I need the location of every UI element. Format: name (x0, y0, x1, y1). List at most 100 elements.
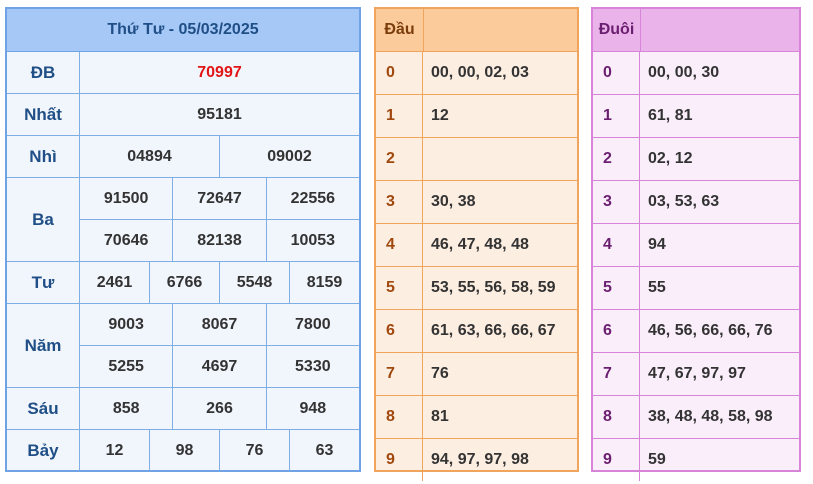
dau-numbers: 12 (431, 107, 449, 124)
prize-number: 12 (105, 441, 124, 459)
dau-row: 8 81 (376, 396, 577, 439)
duoi-row: 4 94 (593, 224, 799, 267)
dau-digit: 0 (376, 52, 423, 94)
prize-values: 04894 09002 (80, 136, 359, 177)
prize-number: 5255 (108, 357, 144, 375)
prize-number: 76 (219, 430, 289, 471)
duoi-numbers: 47, 67, 97, 97 (648, 365, 746, 382)
dau-digit: 5 (376, 267, 423, 309)
duoi-numbers: 55 (648, 279, 666, 296)
prize-value-row: 2461 6766 5548 8159 (80, 262, 359, 303)
prize-value-row: 70646 82138 10053 (80, 219, 359, 261)
prize-label: Năm (7, 304, 80, 387)
prize-number: 8159 (289, 262, 359, 303)
prize-values: 91500 72647 22556 70646 82138 10053 (80, 178, 359, 261)
duoi-digit: 9 (593, 439, 640, 481)
prize-label: Nhất (7, 94, 80, 135)
duoi-row: 0 00, 00, 30 (593, 52, 799, 95)
prize-number: 858 (112, 399, 140, 417)
dau-digit: 2 (376, 138, 423, 180)
prize-value-row: 70997 (80, 52, 359, 93)
duoi-row: 7 47, 67, 97, 97 (593, 353, 799, 396)
prize-number: 72647 (172, 178, 265, 219)
dau-numbers: 76 (431, 365, 449, 382)
prize-label: ĐB (7, 52, 80, 93)
duoi-digit: 0 (593, 52, 640, 94)
prize-number: 22556 (265, 178, 359, 219)
prize-row: ĐB 70997 (7, 52, 359, 94)
prize-row: Năm 9003 8067 7800 5255 4697 5330 (7, 304, 359, 388)
duoi-rows: 0 00, 00, 30 1 61, 81 2 02, 12 3 03, 53, 63 4 94 5… (593, 52, 799, 481)
prize-number: 98 (149, 430, 219, 471)
dau-numbers: 53, 55, 56, 58, 59 (431, 279, 556, 296)
dau-digit: 6 (376, 310, 423, 352)
duoi-numbers: 59 (648, 451, 666, 468)
duoi-digit: 2 (593, 138, 640, 180)
dau-digit: 7 (376, 353, 423, 395)
prize-number: 9003 (108, 315, 144, 333)
duoi-numbers: 46, 56, 66, 66, 76 (648, 322, 773, 339)
duoi-row: 5 55 (593, 267, 799, 310)
duoi-numbers: 94 (648, 236, 666, 253)
prize-value-row: 5255 4697 5330 (80, 345, 359, 387)
duoi-row: 6 46, 56, 66, 66, 76 (593, 310, 799, 353)
prize-row: Sáu 858 266 948 (7, 388, 359, 430)
duoi-numbers: 03, 53, 63 (648, 193, 720, 210)
prize-number: 7800 (265, 304, 359, 345)
prize-number: 09002 (219, 136, 359, 177)
dau-numbers: 30, 38 (431, 193, 476, 210)
dau-row: 2 (376, 138, 577, 181)
prize-label: Nhì (7, 136, 80, 177)
duoi-numbers: 38, 48, 48, 58, 98 (648, 408, 773, 425)
dau-row: 0 00, 00, 02, 03 (376, 52, 577, 95)
duoi-row: 1 61, 81 (593, 95, 799, 138)
dau-numbers: 00, 00, 02, 03 (431, 64, 529, 81)
prize-value-row: 91500 72647 22556 (80, 178, 359, 219)
prize-number: 4697 (172, 346, 265, 387)
dau-row: 6 61, 63, 66, 66, 67 (376, 310, 577, 353)
duoi-digit: 5 (593, 267, 640, 309)
prize-row: Ba 91500 72647 22556 70646 82138 10053 (7, 178, 359, 262)
duoi-row: 2 02, 12 (593, 138, 799, 181)
prize-row: Bảy 12 98 76 63 (7, 430, 359, 471)
results-title: Thứ Tư - 05/03/2025 (7, 9, 359, 52)
duoi-digit: 7 (593, 353, 640, 395)
duoi-header: Đuôi (593, 9, 799, 52)
dau-row: 9 94, 97, 97, 98 (376, 439, 577, 481)
prize-label: Tư (7, 262, 80, 303)
duoi-row: 3 03, 53, 63 (593, 181, 799, 224)
prize-value-row: 04894 09002 (80, 136, 359, 177)
prize-number: 70646 (103, 231, 149, 249)
dau-row: 3 30, 38 (376, 181, 577, 224)
prize-values: 858 266 948 (80, 388, 359, 429)
prize-values: 70997 (80, 52, 359, 93)
dau-row: 5 53, 55, 56, 58, 59 (376, 267, 577, 310)
prize-row: Nhì 04894 09002 (7, 136, 359, 178)
prize-number: 82138 (172, 220, 265, 261)
prize-label: Ba (7, 178, 80, 261)
prize-label: Sáu (7, 388, 80, 429)
prize-row: Tư 2461 6766 5548 8159 (7, 262, 359, 304)
dau-numbers: 61, 63, 66, 66, 67 (431, 322, 556, 339)
dau-header: Đầu (376, 9, 577, 52)
duoi-numbers: 02, 12 (648, 150, 693, 167)
prize-number: 8067 (172, 304, 265, 345)
prize-value-row: 9003 8067 7800 (80, 304, 359, 345)
dau-title: Đầu (376, 9, 424, 51)
duoi-digit: 3 (593, 181, 640, 223)
prize-list: ĐB 70997 Nhất 95181 Nhì 04894 09002 Ba 91500 7264… (7, 52, 359, 471)
prize-value-row: 858 266 948 (80, 388, 359, 429)
prize-number: 63 (289, 430, 359, 471)
prize-number: 5330 (265, 346, 359, 387)
prize-number: 266 (172, 388, 265, 429)
prize-values: 12 98 76 63 (80, 430, 359, 471)
duoi-digit: 6 (593, 310, 640, 352)
duoi-row: 8 38, 48, 48, 58, 98 (593, 396, 799, 439)
results-table: Thứ Tư - 05/03/2025 ĐB 70997 Nhất 95181 Nhì 0… (5, 7, 361, 472)
prize-number: 91500 (103, 189, 149, 207)
dau-numbers: 94, 97, 97, 98 (431, 451, 529, 468)
prize-number: 2461 (96, 273, 133, 291)
dau-digit: 1 (376, 95, 423, 137)
duoi-numbers: 00, 00, 30 (648, 64, 720, 81)
duoi-row: 9 59 (593, 439, 799, 481)
